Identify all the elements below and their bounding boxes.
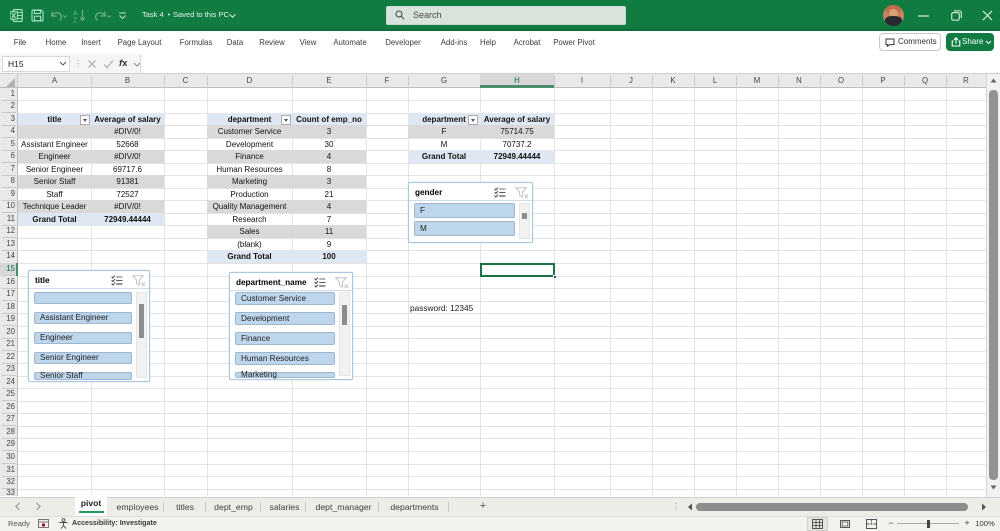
svg-text:A: A [73,11,78,18]
svg-text:Z: Z [73,18,78,24]
